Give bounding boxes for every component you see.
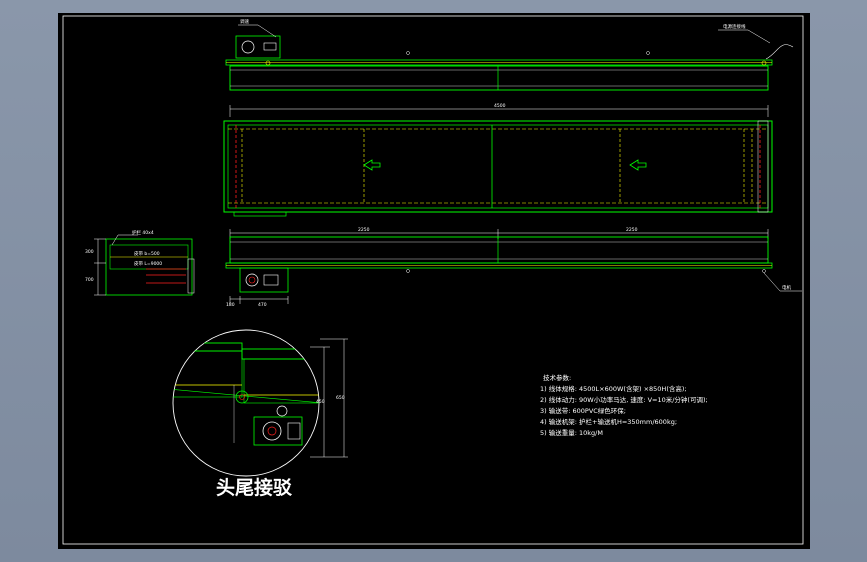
top-side-view: 调速 电源连接线: [225, 18, 794, 91]
tech-note-line: 2) 线体动力: 90W小功率马达, 速度: V=10米/分钟(可调);: [540, 395, 708, 404]
detail-title: 头尾接驳: [216, 477, 293, 499]
side-sub1: 皮带 b=500: [134, 250, 160, 257]
direction-arrow-left: [363, 159, 381, 171]
dim-side-h1: 300: [85, 249, 94, 255]
tech-note-line: 4) 输送机架: 护栏+输送机H=350mm/600kg;: [540, 417, 677, 426]
tech-notes-heading: 技术参数:: [543, 373, 571, 382]
cad-drawing: 调速 电源连接线 4500 2250 2250 电机 180 470 300 7…: [62, 15, 804, 545]
bottom-side-view: 电机 180 470: [225, 236, 802, 308]
tech-notes: 技术参数: 1) 线体规格: 4500L×600W(含架) ×850H(含高);…: [540, 373, 708, 437]
dim-overall: 4500: [494, 103, 506, 109]
bottom-right-tag: 电机: [782, 284, 791, 291]
dim-side-h2: 700: [85, 277, 94, 283]
top-right-tag: 电源连接线: [723, 23, 746, 30]
drawing-sheet: 调速 电源连接线 4500 2250 2250 电机 180 470 300 7…: [58, 13, 810, 549]
dim-detail-h1: 450: [316, 399, 325, 405]
end-section-view: 300 700 护栏 40x4 皮带 b=500 皮带 L=9000: [85, 229, 195, 296]
tech-note-line: 3) 输送带: 600PVC绿色环保;: [540, 406, 626, 415]
dim-segment-right: 2250: [626, 227, 638, 233]
dim-segment-left: 2250: [358, 227, 370, 233]
motor-box: [235, 35, 281, 59]
side-sub2: 皮带 L=9000: [134, 260, 162, 267]
dim-detail-h2: 650: [336, 395, 345, 401]
dim-bottom-mid: 470: [258, 302, 267, 308]
detail-view: 450 650 头尾接驳: [172, 329, 348, 499]
dim-bottom-left: 180: [226, 302, 235, 308]
plan-view: [223, 120, 773, 217]
top-left-tag: 调速: [240, 18, 249, 25]
side-tag: 护栏 40x4: [132, 229, 154, 236]
tech-note-line: 1) 线体规格: 4500L×600W(含架) ×850H(含高);: [540, 384, 687, 393]
tech-note-line: 5) 输送重量: 10kg/M: [540, 428, 603, 437]
overall-dimension: 4500: [229, 103, 769, 117]
sheet-border: [62, 15, 804, 545]
motor-circle: [241, 40, 255, 54]
direction-arrow-right: [629, 159, 647, 171]
